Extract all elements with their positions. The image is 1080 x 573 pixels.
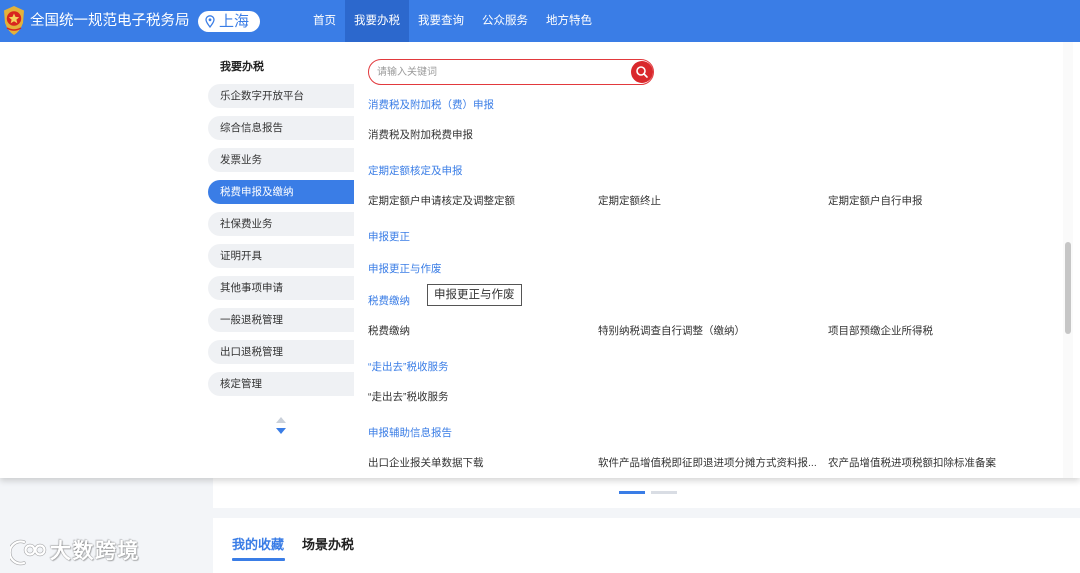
service-link-consumption-tax-filing[interactable]: 消费税及附加税费申报 <box>368 120 594 150</box>
tax-emblem-logo-icon[interactable] <box>2 5 26 36</box>
map-pin-icon <box>205 15 215 28</box>
section-title-consumption-tax[interactable]: 消费税及附加税（费）申报 <box>368 90 1058 120</box>
sidebar-category-list: 乐企数字开放平台 综合信息报告 发票业务 税费申报及缴纳 社保费业务 证明开具 … <box>208 84 354 404</box>
content-scrollbar-thumb[interactable] <box>1065 242 1071 334</box>
service-link-going-global[interactable]: “走出去”税收服务 <box>368 382 594 412</box>
nav-item-local-features[interactable]: 地方特色 <box>537 0 601 42</box>
section-items-row: 税费缴纳 特别纳税调查自行调整（缴纳） 项目部预缴企业所得税 <box>368 316 1058 352</box>
section-title-going-global[interactable]: “走出去”税收服务 <box>368 352 1058 382</box>
service-link-quota-self-filing[interactable]: 定期定额户自行申报 <box>828 186 1054 216</box>
sidebar-item-tax-filing-payment[interactable]: 税费申报及缴纳 <box>208 180 354 204</box>
section-items-row: 定期定额户申请核定及调整定额 定期定额终止 定期定额户自行申报 <box>368 186 1058 222</box>
sidebar-item-invoice[interactable]: 发票业务 <box>208 148 354 172</box>
section-title-correction-void[interactable]: 申报更正与作废 <box>368 254 1058 286</box>
sidebar-item-export-refund[interactable]: 出口退税管理 <box>208 340 354 364</box>
nav-item-public-service[interactable]: 公众服务 <box>473 0 537 42</box>
section-title-auxiliary-report[interactable]: 申报辅助信息报告 <box>368 418 1058 448</box>
sidebar-item-comprehensive-report[interactable]: 综合信息报告 <box>208 116 354 140</box>
sidebar-title: 我要办税 <box>220 61 264 73</box>
mega-menu-panel: 我要办税 乐企数字开放平台 综合信息报告 发票业务 税费申报及缴纳 社保费业务 … <box>0 42 1080 478</box>
service-link-quota-terminate[interactable]: 定期定额终止 <box>598 186 824 216</box>
nav-item-tax-handling[interactable]: 我要办税 <box>345 0 409 42</box>
watermark-logo-icon <box>10 539 47 566</box>
section-items-row: “走出去”税收服务 <box>368 382 1058 418</box>
service-link-export-declaration-download[interactable]: 出口企业报关单数据下载 <box>368 448 594 478</box>
nav-item-home[interactable]: 首页 <box>304 0 345 42</box>
sidebar-item-social-insurance[interactable]: 社保费业务 <box>208 212 354 236</box>
favorites-card: 我的收藏 场景办税 <box>213 518 1080 573</box>
section-title-fixed-quota[interactable]: 定期定额核定及申报 <box>368 156 1058 186</box>
sidebar-item-assessment[interactable]: 核定管理 <box>208 372 354 396</box>
location-label: 上海 <box>219 13 250 30</box>
service-link-special-adjustment[interactable]: 特别纳税调查自行调整（缴纳） <box>598 316 824 346</box>
search-box <box>368 59 654 85</box>
service-link-tax-payment[interactable]: 税费缴纳 <box>368 316 594 346</box>
top-header: 全国统一规范电子税务局 上海 首页 我要办税 我要查询 公众服务 地方特色 <box>0 0 1080 42</box>
active-tab-indicator <box>232 558 285 561</box>
sidebar-scroll-down-icon[interactable] <box>276 428 286 434</box>
search-button[interactable] <box>631 61 653 83</box>
section-items-row: 消费税及附加税费申报 <box>368 120 1058 156</box>
sidebar-item-certificate[interactable]: 证明开具 <box>208 244 354 268</box>
main-nav: 首页 我要办税 我要查询 公众服务 地方特色 <box>304 0 601 42</box>
tab-scenario-tax[interactable]: 场景办税 <box>302 536 354 554</box>
sidebar-item-leqi-platform[interactable]: 乐企数字开放平台 <box>208 84 354 108</box>
carousel-dot[interactable] <box>619 491 645 494</box>
section-items-row: 出口企业报关单数据下载 软件产品增值税即征即退进项分摊方式资料报... 农产品增… <box>368 448 1058 478</box>
content-scrollbar[interactable] <box>1063 42 1073 478</box>
sidebar-item-other-applications[interactable]: 其他事项申请 <box>208 276 354 300</box>
sidebar-item-general-refund[interactable]: 一般退税管理 <box>208 308 354 332</box>
tab-my-favorites[interactable]: 我的收藏 <box>232 536 284 554</box>
search-input[interactable] <box>377 60 627 84</box>
search-icon <box>636 66 648 78</box>
service-link-agri-vat-filing[interactable]: 农产品增值税进项税额扣除标准备案 <box>828 448 1054 478</box>
nav-item-query[interactable]: 我要查询 <box>409 0 473 42</box>
service-link-quota-apply-adjust[interactable]: 定期定额户申请核定及调整定额 <box>368 186 594 216</box>
service-link-software-vat-report[interactable]: 软件产品增值税即征即退进项分摊方式资料报... <box>598 448 824 478</box>
location-switcher[interactable]: 上海 <box>198 11 260 32</box>
section-title-filing-correction[interactable]: 申报更正 <box>368 222 1058 254</box>
watermark-text: 大数跨境 <box>50 540 140 563</box>
sidebar-scroll-up-icon[interactable] <box>276 417 286 423</box>
carousel-dot[interactable] <box>651 491 677 494</box>
site-title[interactable]: 全国统一规范电子税务局 <box>30 0 190 42</box>
watermark: 大数跨境 <box>10 538 140 566</box>
service-link-project-prepay-cit[interactable]: 项目部预缴企业所得税 <box>828 316 1054 346</box>
hover-tooltip: 申报更正与作废 <box>427 284 522 306</box>
